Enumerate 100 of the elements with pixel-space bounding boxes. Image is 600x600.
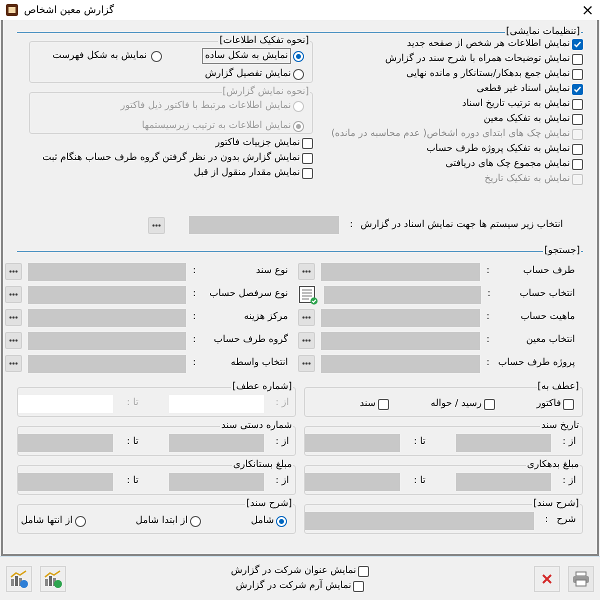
radio-button[interactable] [150,50,162,62]
input-field[interactable] [320,308,480,326]
browse-button[interactable] [148,216,165,234]
input-field[interactable] [305,512,534,530]
browse-button[interactable] [5,355,22,372]
option-label: نمایش چک های ابتدای دوره اشخاص( عدم محاسبه در مانده) [331,127,570,142]
checkbox[interactable] [572,159,583,170]
field-label: پروژه طرف حساب [497,356,575,370]
field-label: نوع سرفصل حساب [208,287,288,302]
checkbox[interactable] [302,153,313,164]
colon: : [485,264,490,278]
field-label: طرف حساب [522,264,575,278]
checkbox[interactable] [572,84,583,95]
input-field[interactable] [320,332,480,350]
checkbox[interactable] [572,54,583,65]
checkbox[interactable] [358,566,370,576]
colon: : [486,287,491,302]
field-label: انتخاب زیر سیستم ها جهت نمایش اسناد در گزارش [359,218,564,232]
group-title: [جستجو] [543,244,581,258]
input-field[interactable] [456,434,551,452]
checkbox[interactable] [572,69,583,80]
input-field[interactable] [28,286,186,304]
input-field[interactable] [320,354,480,372]
colon: : [192,356,196,370]
input-field[interactable] [18,472,114,490]
browse-button[interactable] [5,332,22,349]
group-title: مبلغ بدهکاری [526,458,580,472]
browse-button[interactable] [5,263,22,280]
checkbox[interactable] [302,138,313,149]
browse-button[interactable] [298,309,315,326]
browse-button[interactable] [298,355,315,372]
close-button[interactable]: × [581,2,594,18]
input-field[interactable] [168,434,264,452]
input-field[interactable] [320,262,480,280]
field-label: ماهیت حساب [520,310,575,324]
chart-button[interactable] [6,566,32,592]
checkbox[interactable] [378,398,389,410]
checkbox[interactable] [563,398,574,410]
group-title: مبلغ بستانکاری [232,458,293,472]
option-label: نمایش اطلاعات به ترتیب زیرسیستمها [142,119,291,134]
option-label: نمایش تفصیل گزارش [204,67,291,82]
group-title: [شرح سند] [532,497,580,511]
field-label: نوع سند [254,264,288,278]
option-label: نمایش عنوان شرکت در گزارش [230,564,356,578]
browse-button[interactable] [298,332,315,349]
input-field[interactable] [324,286,482,304]
group-title: [نحوه نمایش گزارش] [222,85,310,99]
window-title: گزارش معین اشخاص [24,3,114,18]
list-check-button[interactable] [298,284,318,304]
checkbox[interactable] [302,168,313,179]
ellipsis-icon [9,316,18,319]
chart-button[interactable] [40,566,66,592]
checkbox[interactable] [572,144,583,155]
option-label: نمایش اطلاعات مرتبط با فاکتور ذیل فاکتور [120,99,291,113]
input-field[interactable] [28,308,186,326]
input-field[interactable] [305,434,400,452]
colon: : [192,264,196,278]
field-label: انتخاب حساب [518,287,575,302]
checkbox[interactable] [572,114,583,125]
input-field[interactable] [168,472,264,490]
printer-icon [572,570,590,586]
option-label: نمایش مقدار منقول از قبل [194,166,300,180]
input-field[interactable] [18,434,114,452]
option-label: نمایش به تفکیک پروژه طرف حساب [426,142,570,156]
browse-button[interactable] [298,263,315,280]
field-label: از : [562,435,576,450]
colon: : [485,356,490,370]
radio-button[interactable] [293,68,304,80]
input-field[interactable] [28,332,186,350]
browse-button[interactable] [5,309,22,326]
ellipsis-icon [302,270,311,273]
input-field[interactable] [28,354,186,372]
option-label: فاکتور [536,396,561,411]
input-field[interactable] [189,216,339,234]
input-field[interactable] [456,472,551,490]
option-label: از انتها شامل [20,514,73,528]
checkbox[interactable] [572,39,583,50]
print-button[interactable] [568,566,594,592]
field-label: از : [562,474,576,488]
checkbox[interactable] [572,99,583,110]
radio-button[interactable] [190,516,201,526]
browse-button[interactable] [5,286,22,303]
option-label: نمایش توضیحات همراه با شرح سند در گزارش [385,52,570,66]
group-title: [تنظیمات نمایشی] [504,25,581,39]
option-label: نمایش جمع بدهکار/بستانکار و مانده نهایی [406,67,570,82]
field-label: تا : [126,396,138,410]
option-label: نمایش اطلاعات هر شخص از صفحه جدید [406,37,570,52]
close-button[interactable] [534,566,560,592]
option-label: رسید / حواله [430,396,482,411]
option-label: نمایش به تفکیک معین [484,112,570,126]
radio-button[interactable] [293,50,304,62]
input-field[interactable] [305,472,400,490]
input-field[interactable] [28,262,186,280]
option-label: نمایش به شکل ساده [202,48,291,64]
checkbox[interactable] [353,580,364,592]
colon: : [192,287,196,302]
radio-button[interactable] [74,516,86,526]
checkbox[interactable] [484,398,495,410]
radio-button[interactable] [276,516,287,526]
ellipsis-icon [9,293,18,296]
